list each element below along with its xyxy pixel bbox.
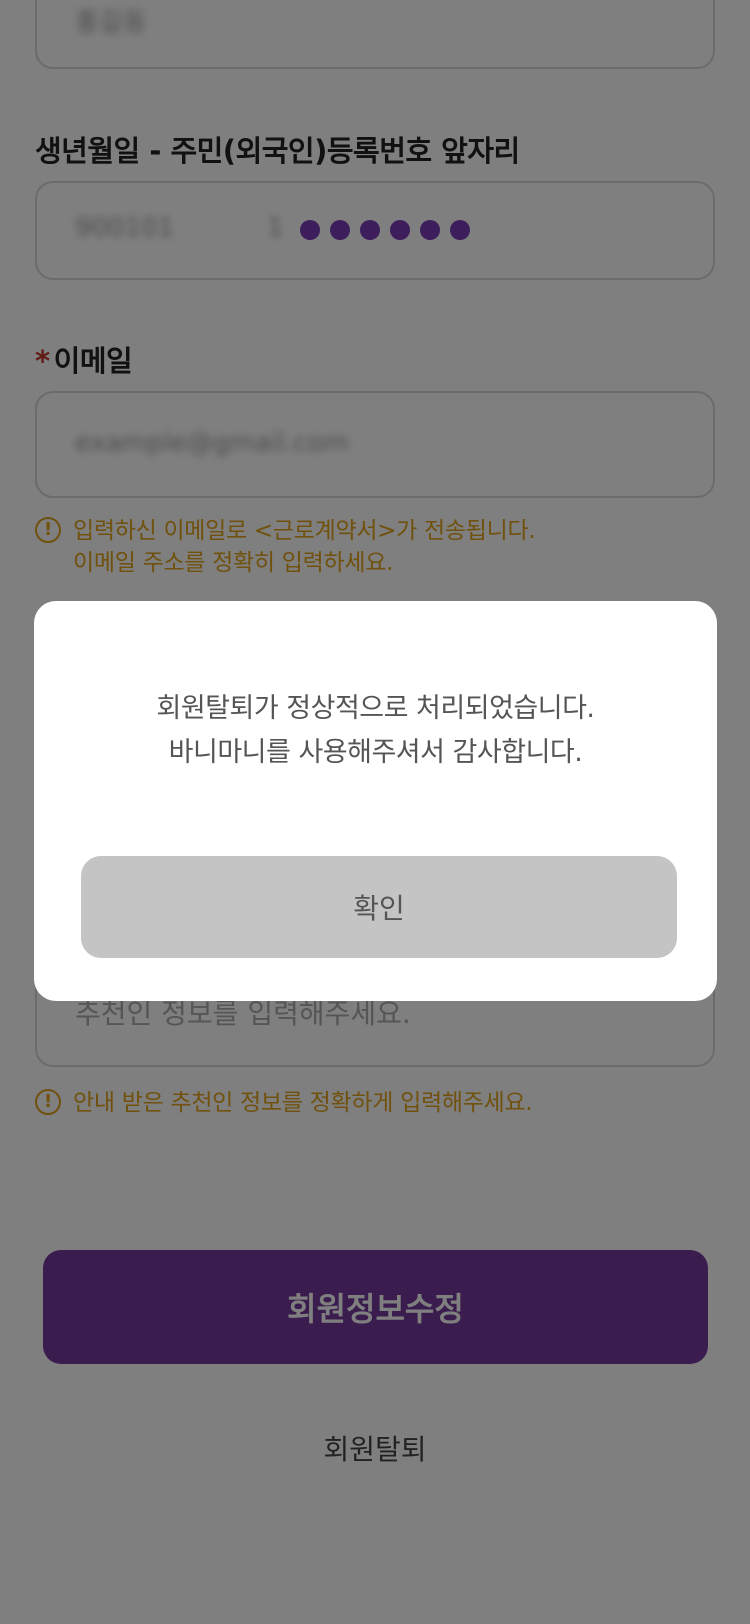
withdraw-complete-dialog: 회원탈퇴가 정상적으로 처리되었습니다. 바니마니를 사용해주셔서 감사합니다.…: [34, 601, 717, 1001]
confirm-button[interactable]: 확인: [81, 856, 677, 958]
dialog-message-line1: 회원탈퇴가 정상적으로 처리되었습니다.: [156, 693, 595, 724]
dialog-message-line2: 바니마니를 사용해주셔서 감사합니다.: [168, 737, 583, 768]
dialog-message: 회원탈퇴가 정상적으로 처리되었습니다. 바니마니를 사용해주셔서 감사합니다.: [34, 687, 717, 775]
